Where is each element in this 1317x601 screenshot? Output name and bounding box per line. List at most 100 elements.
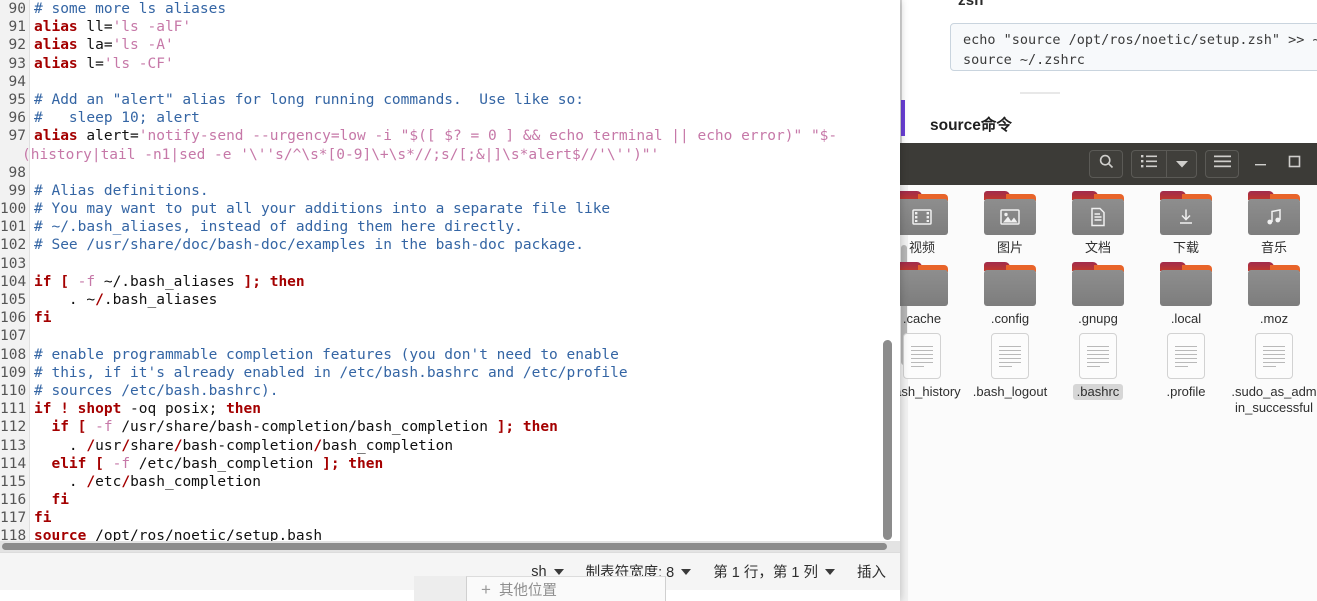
line-content: . /etc/bash_completion	[34, 473, 261, 491]
file-item[interactable]: .bash_history	[900, 327, 966, 416]
doc-section-heading: source命令	[930, 117, 1012, 134]
code-line[interactable]: 110 # sources /etc/bash.bashrc).	[0, 382, 880, 400]
music-icon	[1248, 199, 1300, 235]
maximize-button[interactable]	[1281, 151, 1307, 177]
code-line[interactable]: 95 # Add an "alert" alias for long runnin…	[0, 91, 880, 109]
document-icon	[1072, 199, 1124, 235]
code-line[interactable]: 107	[0, 327, 880, 345]
folder-icon	[1160, 262, 1212, 306]
search-button[interactable]	[1089, 150, 1123, 178]
file-item[interactable]: .bash_logout	[966, 327, 1054, 416]
line-content: alias l='ls -CF'	[34, 55, 174, 73]
code-line[interactable]: 96 # sleep 10; alert	[0, 109, 880, 127]
view-dropdown-button[interactable]	[1166, 151, 1196, 177]
line-number: 108	[0, 346, 27, 363]
code-line[interactable]: 103	[0, 255, 880, 273]
code-line[interactable]: 112 if [ -f /usr/share/bash-completion/b…	[0, 418, 880, 436]
line-number: 111	[0, 401, 27, 418]
token: la=	[77, 37, 113, 54]
item-label: .local	[1170, 311, 1202, 326]
code-line[interactable]: 116 fi	[0, 491, 880, 509]
folder-item[interactable]: 下载	[1142, 185, 1230, 256]
code-line[interactable]: 97 alias alert='notify-send --urgency=low…	[0, 127, 880, 145]
line-number: 110	[0, 382, 27, 399]
editor-horizontal-scrollbar-thumb[interactable]	[2, 543, 887, 550]
other-locations-row[interactable]: + 其他位置	[466, 576, 666, 601]
token: ]; then	[322, 455, 384, 472]
code-line[interactable]: 106 fi	[0, 309, 880, 327]
minimize-button[interactable]	[1247, 151, 1273, 177]
folder-item[interactable]: .moz	[1230, 256, 1317, 327]
line-content: # Add an "alert" alias for long running …	[34, 91, 584, 109]
code-line[interactable]: 99 # Alias definitions.	[0, 182, 880, 200]
code-line[interactable]: 100 # You may want to put all your additi…	[0, 200, 880, 218]
dialog-sidebar-shade	[414, 576, 466, 601]
code-line[interactable]: 91 alias ll='ls -alF'	[0, 18, 880, 36]
main-menu-button[interactable]	[1205, 150, 1239, 178]
code-line[interactable]: 115 . /etc/bash_completion	[0, 473, 880, 491]
token: # enable programmable completion feature…	[34, 346, 619, 363]
code-line[interactable]: 102 # See /usr/share/doc/bash-doc/example…	[0, 236, 880, 254]
folder-item[interactable]: .config	[966, 256, 1054, 327]
folder-item[interactable]: .gnupg	[1054, 256, 1142, 327]
line-content: # some more ls aliases	[34, 0, 226, 18]
item-label: .gnupg	[1078, 311, 1118, 326]
token: 'ls -A'	[112, 37, 174, 54]
folder-item[interactable]: 文档	[1054, 185, 1142, 256]
cursor-position-selector[interactable]: 第 1 行，第 1 列	[713, 561, 835, 582]
token: # See /usr/share/doc/bash-doc/examples i…	[34, 237, 584, 254]
editor-vertical-scrollbar[interactable]	[883, 340, 892, 540]
code-line[interactable]: 117 fi	[0, 509, 880, 527]
line-number: 97	[8, 128, 26, 145]
code-line[interactable]: 98	[0, 164, 880, 182]
text-file-icon	[1255, 333, 1293, 379]
code-line[interactable]: 90 # some more ls aliases	[0, 0, 880, 18]
token: # ~/.bash_aliases, instead of adding the…	[34, 219, 523, 236]
file-manager-content: 视频 图片 文档 下载 音乐 .cache .config .gnupg .local .moz.…	[900, 185, 1317, 601]
file-item[interactable]: .sudo_as_admin_successful	[1230, 327, 1317, 416]
code-line[interactable]: 105 . ~/.bash_aliases	[0, 291, 880, 309]
source-code[interactable]: 90 # some more ls aliases 91 alias ll='ls -…	[0, 0, 880, 548]
line-number: 109	[0, 364, 27, 381]
folder-item[interactable]: .local	[1142, 256, 1230, 327]
line-number: 104	[0, 273, 27, 290]
list-view-button[interactable]	[1132, 151, 1166, 177]
editor-text-view[interactable]: 90 # some more ls aliases 91 alias ll='ls -…	[0, 0, 900, 548]
code-line[interactable]: 108 # enable programmable completion feat…	[0, 346, 880, 364]
folder-icon	[984, 191, 1036, 235]
line-content: alias ll='ls -alF'	[34, 18, 191, 36]
line-content: if [ -f /usr/share/bash-completion/bash_…	[34, 418, 557, 436]
token: ll=	[77, 19, 113, 36]
file-item[interactable]: .profile	[1142, 327, 1230, 416]
line-number: 102	[0, 237, 27, 254]
code-line[interactable]: 101 # ~/.bash_aliases, instead of adding …	[0, 218, 880, 236]
insert-mode-indicator[interactable]: 插入	[857, 561, 886, 582]
code-line[interactable]: 114 elif [ -f /etc/bash_completion ]; th…	[0, 455, 880, 473]
view-mode-control[interactable]	[1131, 150, 1197, 178]
token: fi	[34, 310, 52, 327]
line-number: 93	[8, 55, 26, 72]
file-item[interactable]: .bashrc	[1054, 327, 1142, 416]
code-line[interactable]: 94	[0, 73, 880, 91]
folder-item[interactable]: 视频	[900, 185, 966, 256]
folder-item[interactable]: .cache	[900, 256, 966, 327]
line-content: # You may want to put all your additions…	[34, 200, 610, 218]
code-line: echo "source /opt/ros/noetic/setup.zsh" …	[963, 32, 1317, 48]
token: if [	[34, 273, 69, 290]
code-line[interactable]: 92 alias la='ls -A'	[0, 36, 880, 54]
folder-item[interactable]: 图片	[966, 185, 1054, 256]
line-content: # sources /etc/bash.bashrc).	[34, 382, 278, 400]
line-content: fi	[34, 491, 68, 509]
code-line[interactable]: 104 if [ -f ~/.bash_aliases ]; then	[0, 273, 880, 291]
folder-item[interactable]: 音乐	[1230, 185, 1317, 256]
code-line[interactable]: 113 . /usr/share/bash-completion/bash_co…	[0, 437, 880, 455]
code-line[interactable]: (history|tail -n1|sed -e '\''s/^\s*[0-9]…	[0, 146, 880, 164]
line-content: # sleep 10; alert	[34, 109, 200, 127]
code-line[interactable]: 109 # this, if it's already enabled in /e…	[0, 364, 880, 382]
token: if ! shopt	[34, 401, 122, 418]
token: .	[34, 437, 87, 454]
code-line[interactable]: 93 alias l='ls -CF'	[0, 55, 880, 73]
item-label: 视频	[908, 240, 935, 255]
folder-icon	[900, 262, 948, 306]
code-line[interactable]: 111 if ! shopt -oq posix; then	[0, 400, 880, 418]
